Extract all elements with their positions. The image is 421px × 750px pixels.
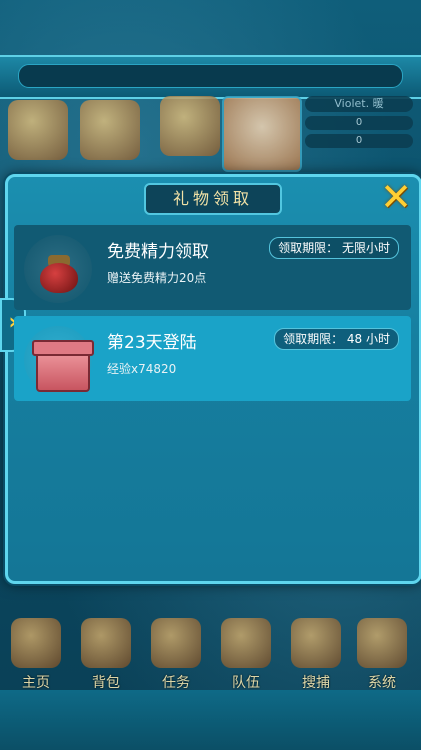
gear-icon xyxy=(357,618,407,668)
item-icon-frame xyxy=(24,326,94,394)
team-icon xyxy=(221,618,271,668)
top-bar-track xyxy=(18,64,403,88)
gift-deadline-badge: 领取期限： 无限小时 xyxy=(269,237,399,259)
menu-capture[interactable]: 搜捕 xyxy=(286,618,346,698)
menu-capture-label: 搜捕 xyxy=(302,675,330,691)
menu-tasks-label: 任务 xyxy=(162,675,190,691)
gift-list: 免费精力领取 赠送免费精力20点 领取期限： 无限小时 第23天登陆 经验x74… xyxy=(14,225,411,407)
menu-home[interactable]: 主页 xyxy=(6,618,66,698)
backpack-icon xyxy=(81,618,131,668)
player-name: Violet. 暖 xyxy=(305,96,413,112)
gift-row-energy[interactable]: 免费精力领取 赠送免费精力20点 领取期限： 无限小时 xyxy=(14,225,411,310)
top-bar xyxy=(0,55,421,99)
gift-row-day23-login[interactable]: 第23天登陆 经验x74820 领取期限： 48 小时 xyxy=(14,316,411,401)
menu-backpack-label: 背包 xyxy=(92,675,120,691)
hud-stat-2: 0 xyxy=(305,134,413,148)
bottom-menu: 主页 背包 任务 队伍 搜捕 系统 xyxy=(0,608,421,698)
footer-bar xyxy=(0,690,421,750)
gift-title: 免费精力领取 xyxy=(107,242,209,262)
menu-system[interactable]: 系统 xyxy=(352,618,412,698)
menu-team[interactable]: 队伍 xyxy=(216,618,276,698)
red-jar-icon xyxy=(40,263,78,293)
home-icon xyxy=(11,618,61,668)
menu-team-label: 队伍 xyxy=(232,675,260,691)
dialog-title: 礼物领取 xyxy=(144,183,282,215)
close-x-icon: ✕ xyxy=(380,175,412,219)
item-icon-frame xyxy=(24,235,92,303)
calendar-icon[interactable] xyxy=(8,100,68,160)
red-giftbox-lid xyxy=(32,340,94,356)
gift-description: 赠送免费精力20点 xyxy=(107,271,207,285)
gift-description: 经验x74820 xyxy=(107,362,177,376)
hud: Violet. 暖 0 0 xyxy=(0,96,421,176)
menu-system-label: 系统 xyxy=(368,675,396,691)
avatar[interactable] xyxy=(222,96,302,172)
treasure-chest-icon[interactable] xyxy=(80,100,140,160)
gift-deadline-badge: 领取期限： 48 小时 xyxy=(274,328,399,350)
menu-home-label: 主页 xyxy=(22,675,50,691)
menu-backpack[interactable]: 背包 xyxy=(76,618,136,698)
menu-tasks[interactable]: 任务 xyxy=(146,618,206,698)
gift-icon[interactable] xyxy=(160,96,220,156)
scroll-icon xyxy=(151,618,201,668)
capture-icon xyxy=(291,618,341,668)
hud-stat-1: 0 xyxy=(305,116,413,130)
gift-title: 第23天登陆 xyxy=(107,333,197,353)
close-button[interactable]: ✕ xyxy=(377,178,415,216)
